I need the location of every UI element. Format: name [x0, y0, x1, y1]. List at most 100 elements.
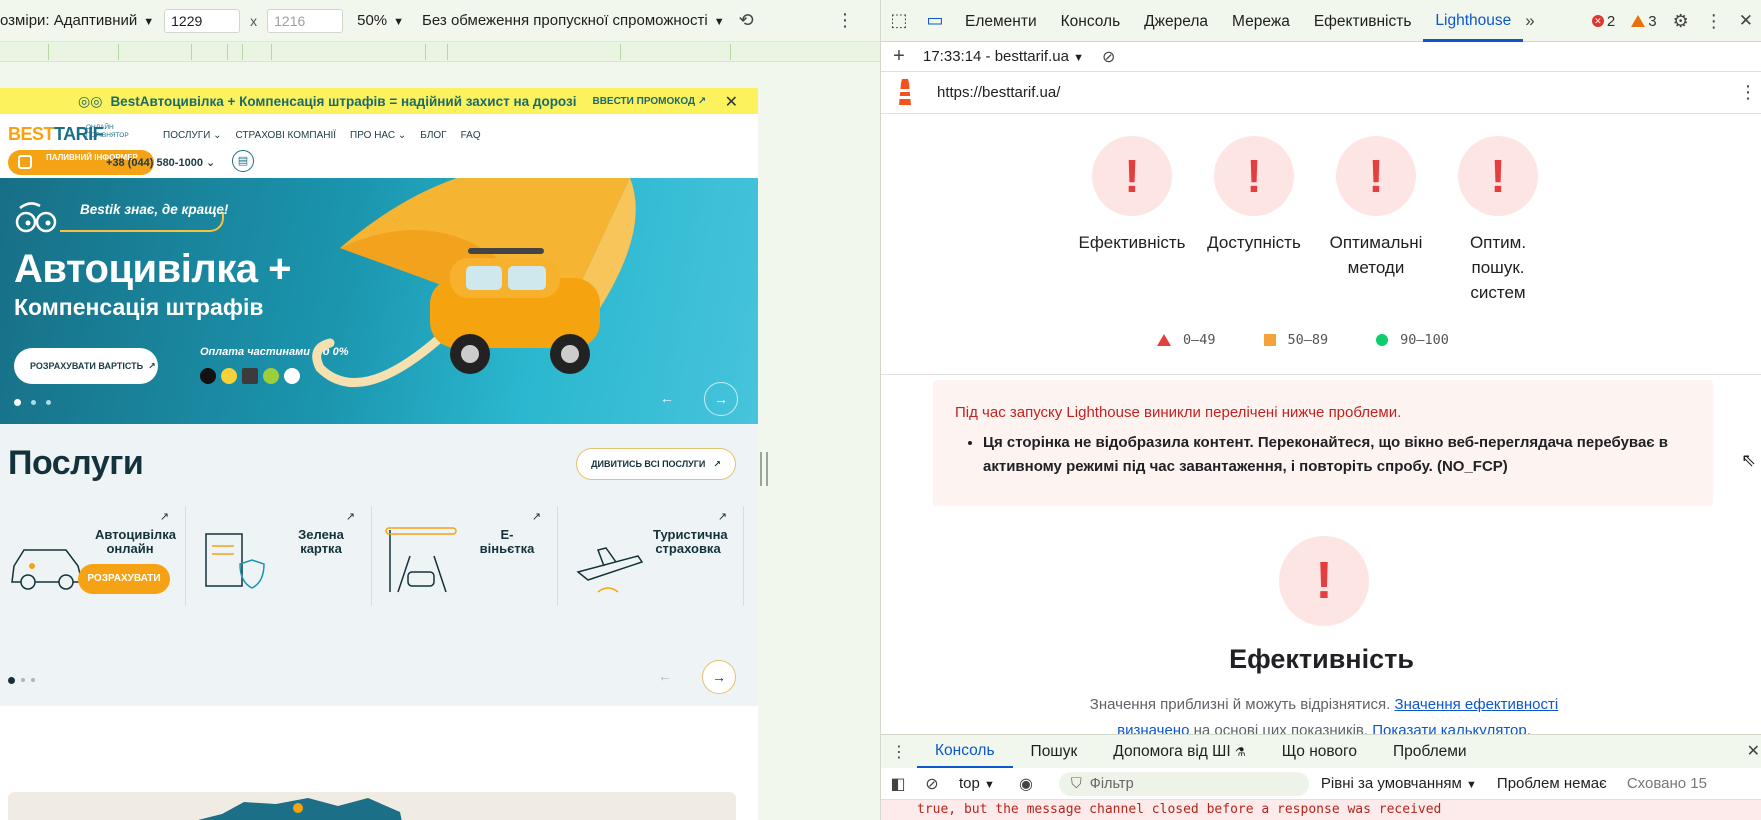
service-card[interactable]: ↗ Автоцивілка онлайн РОЗРАХУВАТИ — [0, 506, 186, 606]
flask-icon: ⚗ — [1234, 744, 1246, 759]
performance-error-gauge-icon[interactable]: ! — [1279, 536, 1369, 626]
service-label: Автоцивілка онлайн — [95, 527, 176, 556]
width-input[interactable] — [164, 8, 241, 33]
drawer-tab-console[interactable]: Консоль — [917, 735, 1013, 769]
console-filter-input[interactable]: ⛉ Фільтр — [1058, 771, 1309, 796]
calculate-price-button[interactable]: РОЗРАХУВАТИ ВАРТІСТЬ ↗ — [14, 348, 158, 384]
more-options-icon[interactable]: ⋮ — [1705, 11, 1723, 32]
hero-next-button[interactable]: → — [704, 382, 738, 416]
nav-item-insurers[interactable]: СТРАХОВІ КОМПАНІЇ — [236, 130, 336, 141]
more-tabs-icon[interactable]: » — [1525, 11, 1534, 31]
lighthouse-report: ! Ефективність ! Доступність ! Оптимальні м… — [881, 116, 1761, 734]
pass-circle-icon — [1376, 334, 1389, 346]
device-toolbar: озміри: Адаптивний▼ x 50%▼ Без обмеження… — [0, 0, 880, 42]
drawer-menu-icon[interactable]: ⋮ — [881, 742, 917, 762]
gear-icon[interactable]: ⚙ — [1673, 11, 1689, 32]
clear-icon[interactable]: ⊘ — [1102, 47, 1115, 67]
clear-console-icon[interactable]: ⊘ — [915, 774, 949, 794]
hero-banner: Bestik знає, де краще! Автоцивілка + Ком… — [0, 178, 758, 424]
error-gauge-icon: ! — [1336, 136, 1416, 216]
services-carousel-dots[interactable] — [8, 677, 35, 684]
calculate-button[interactable]: РОЗРАХУВАТИ — [78, 564, 170, 594]
report-selector[interactable]: 17:33:14 - besttarif.ua ▼ — [923, 48, 1084, 65]
show-calculator-link[interactable]: Показати калькулятор. — [1372, 722, 1531, 734]
more-options-icon[interactable]: ⋮ — [1739, 82, 1757, 103]
hero-prev-arrow-icon[interactable]: ← — [660, 390, 674, 406]
phone-number[interactable]: +38 (044) 580-1000 ⌄ — [106, 156, 215, 169]
new-report-icon[interactable]: + — [881, 45, 917, 68]
tab-network[interactable]: Мережа — [1220, 0, 1302, 42]
average-square-icon — [1263, 334, 1276, 346]
toll-gate-icon — [385, 527, 457, 593]
device-toggle-icon[interactable]: ▭ — [917, 10, 953, 31]
drawer-tabbar: ⋮ Консоль Пошук Допомога від ШІ ⚗ Що нов… — [881, 734, 1761, 769]
context-selector[interactable]: top ▼ — [959, 775, 995, 792]
error-gauge-icon: ! — [1214, 136, 1294, 216]
hero-subtitle: Компенсація штрафів — [14, 294, 264, 320]
fail-triangle-icon — [1157, 334, 1171, 346]
promo-code-link[interactable]: ВВЕСТИ ПРОМОКОД ↗ — [592, 96, 706, 107]
service-label: Туристична страховка — [653, 527, 728, 556]
drawer-tab-search[interactable]: Пошук — [1013, 735, 1096, 769]
arrow-up-right-icon: ↗ — [531, 511, 541, 523]
issues-status[interactable]: Проблем немає — [1497, 775, 1607, 792]
nav-item-about[interactable]: ПРО НАС ⌄ — [350, 130, 406, 141]
service-label: Е-віньєтка — [479, 527, 535, 556]
throttle-dropdown[interactable]: Без обмеження пропускної спроможності ▼ — [422, 12, 725, 29]
close-drawer-icon[interactable]: ✕ — [1747, 741, 1760, 761]
drawer-tab-ai-assistance[interactable]: Допомога від ШІ ⚗ — [1095, 735, 1263, 769]
nav-item-services[interactable]: ПОСЛУГИ ⌄ — [163, 130, 222, 141]
arrow-up-right-icon: ↗ — [713, 458, 721, 469]
ukraine-map-illustration — [198, 798, 402, 820]
fuel-icon — [18, 155, 32, 169]
service-card[interactable]: ↗ Е-віньєтка — [372, 506, 558, 606]
report-url[interactable]: https://besttarif.ua/ — [937, 84, 1060, 101]
airplane-icon — [576, 547, 644, 593]
gauge-accessibility[interactable]: ! Доступність — [1193, 136, 1315, 305]
arrow-up-right-icon: ↗ — [159, 511, 169, 523]
inspect-element-icon[interactable]: ⬚ — [881, 10, 917, 31]
zoom-dropdown[interactable]: 50% ▼ — [357, 12, 404, 29]
drawer-tab-issues[interactable]: Проблеми — [1375, 735, 1485, 769]
dimensions-dropdown[interactable]: озміри: Адаптивний ▼ — [0, 12, 154, 29]
tab-console[interactable]: Консоль — [1049, 0, 1133, 42]
filter-icon: ⛉ — [1070, 775, 1082, 792]
nav-item-blog[interactable]: БЛОГ — [420, 130, 446, 141]
gauge-best-practices[interactable]: ! Оптимальні методи — [1315, 136, 1437, 305]
close-icon[interactable]: ✕ — [725, 92, 738, 112]
car-umbrella-illustration — [312, 178, 636, 387]
service-card[interactable]: ↗ Туристична страховка — [558, 506, 744, 606]
resize-handle[interactable] — [760, 452, 768, 486]
score-gauges: ! Ефективність ! Доступність ! Оптимальні м… — [1071, 136, 1559, 305]
drawer-tab-whats-new[interactable]: Що нового — [1264, 735, 1375, 769]
chevron-down-icon: ▼ — [143, 16, 155, 28]
rotate-icon[interactable]: ⟲ — [739, 10, 754, 31]
error-count[interactable]: ✕ 2 — [1591, 13, 1615, 30]
sidebar-toggle-icon[interactable]: ◧ — [881, 774, 915, 794]
log-levels-dropdown[interactable]: Рівні за умовчанням ▼ — [1321, 775, 1477, 792]
nav-item-faq[interactable]: FAQ — [461, 130, 481, 141]
gauge-performance[interactable]: ! Ефективність — [1071, 136, 1193, 305]
mouse-cursor-icon: ⇖ — [1741, 450, 1757, 470]
hero-carousel-dots[interactable] — [14, 399, 51, 406]
close-icon[interactable]: ✕ — [1739, 11, 1753, 31]
lighthouse-toolbar: + 17:33:14 - besttarif.ua ▼ ⊘ — [881, 42, 1761, 72]
promo-bar: ◎◎ BestАвтоцивілка + Компенсація штрафів… — [0, 88, 758, 114]
warning-count[interactable]: 3 — [1631, 13, 1657, 30]
tab-lighthouse[interactable]: Lighthouse — [1423, 0, 1524, 42]
tab-sources[interactable]: Джерела — [1132, 0, 1220, 42]
devtools-panel: ⬚ ▭ Елементи Консоль Джерела Мережа Ефек… — [880, 0, 1761, 820]
tab-elements[interactable]: Елементи — [953, 0, 1049, 42]
services-prev-arrow-icon[interactable]: ← — [658, 668, 672, 684]
gauge-seo[interactable]: ! Оптим. пошук. систем — [1437, 136, 1559, 305]
tab-performance[interactable]: Ефективність — [1302, 0, 1424, 42]
more-options-icon[interactable]: ⋮ — [836, 10, 854, 31]
map-card — [8, 792, 736, 820]
height-input[interactable] — [267, 8, 344, 33]
services-next-button[interactable]: → — [702, 660, 736, 694]
view-all-services-button[interactable]: ДИВИТИСЬ ВСІ ПОСЛУГИ ↗ — [576, 448, 736, 480]
media-query-ruler[interactable] — [0, 42, 880, 62]
chat-icon[interactable]: ▤ — [232, 150, 254, 172]
service-card[interactable]: ↗ Зелена картка — [186, 506, 372, 606]
eye-icon[interactable]: ◉ — [1009, 774, 1043, 794]
